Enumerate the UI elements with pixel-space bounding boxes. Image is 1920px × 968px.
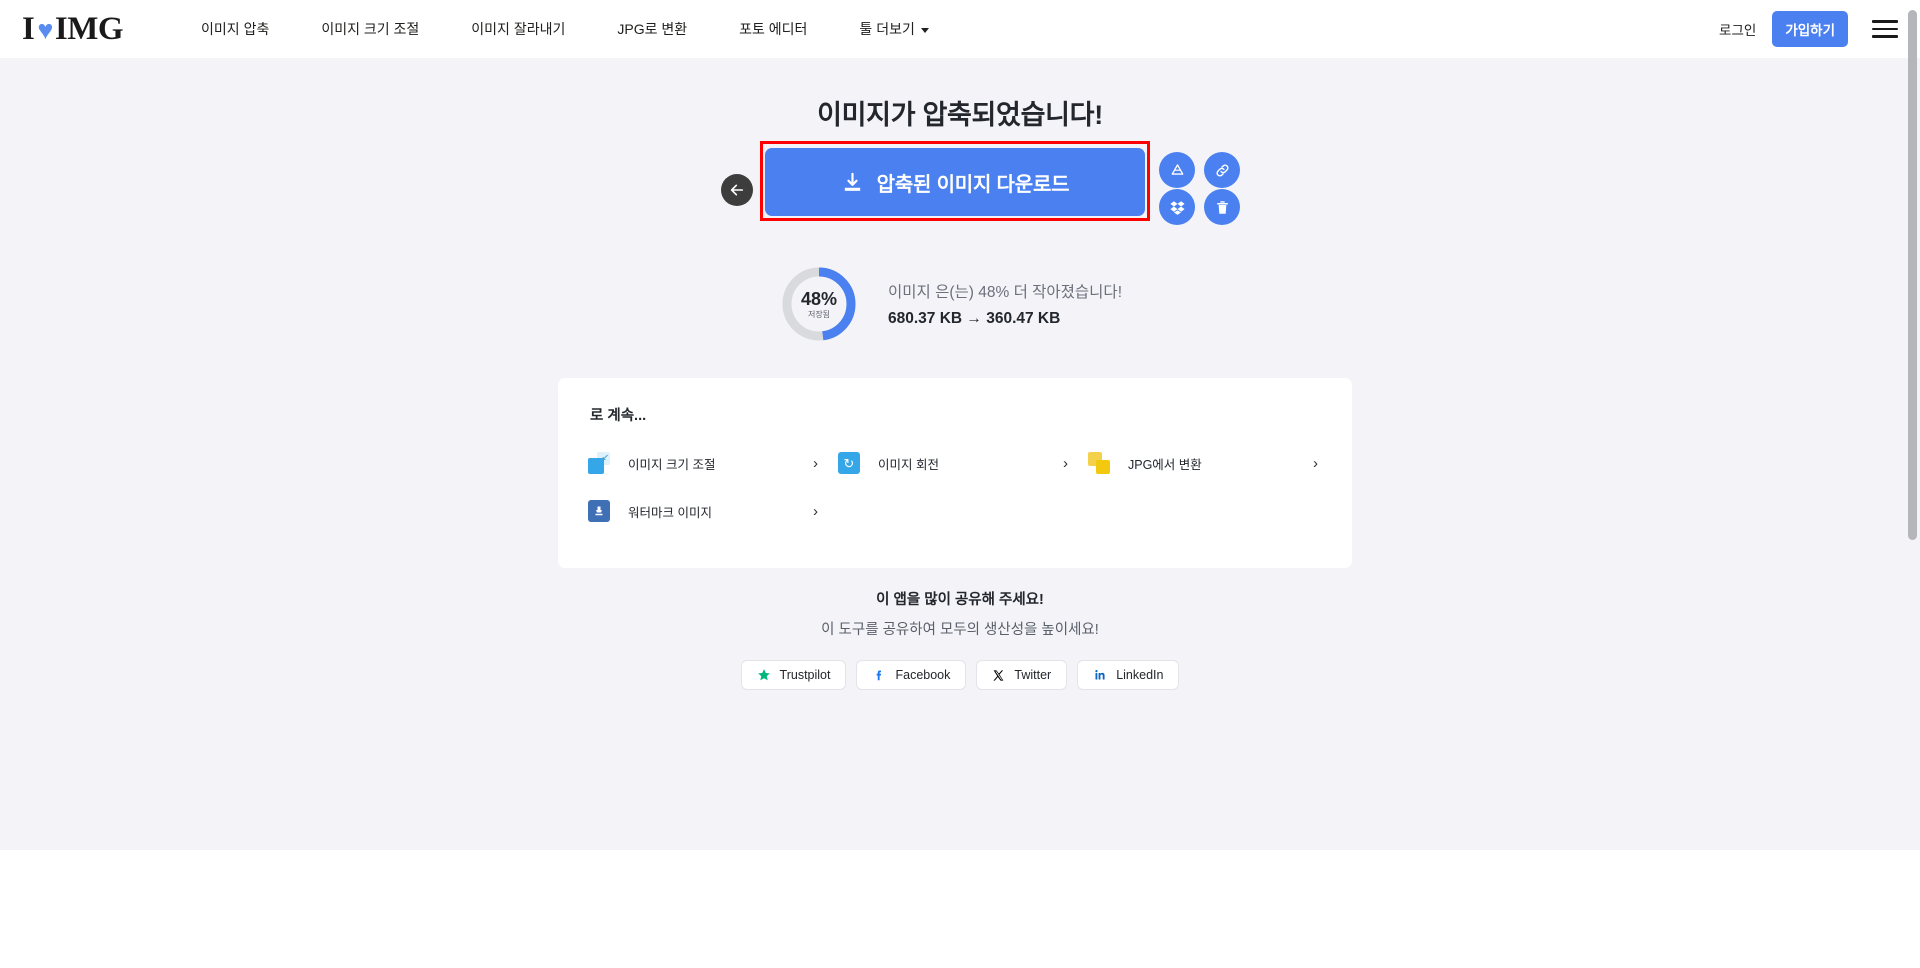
nav-item-crop-image[interactable]: 이미지 잘라내기 xyxy=(445,19,591,39)
nav-item-more-tools[interactable]: 툴 더보기 xyxy=(833,19,954,39)
resize-image-icon: ↙ xyxy=(588,452,610,474)
continue-item-label: JPG에서 변환 xyxy=(1128,457,1202,472)
star-icon xyxy=(757,668,771,682)
site-header: I ♥ IMG 이미지 압축 이미지 크기 조절 이미지 잘라내기 JPG로 변… xyxy=(0,0,1920,58)
back-button[interactable] xyxy=(721,174,753,206)
heart-icon: ♥ xyxy=(37,14,53,45)
trash-icon xyxy=(1216,200,1228,214)
rotate-image-icon: ↻ xyxy=(838,452,860,474)
savings-summary: 48% 저장됨 이미지 은(는) 48% 더 작아졌습니다! 680.37 KB… xyxy=(780,265,1122,343)
nav-item-compress-image[interactable]: 이미지 압축 xyxy=(201,19,295,39)
main-navigation: 이미지 압축 이미지 크기 조절 이미지 잘라내기 JPG로 변환 포토 에디터… xyxy=(201,19,955,39)
side-action-buttons xyxy=(1155,152,1244,225)
dropbox-icon xyxy=(1169,200,1185,215)
arrow-left-icon xyxy=(730,184,744,196)
continue-item-rotate-image[interactable]: ↻ 이미지 회전 › xyxy=(830,441,1080,485)
share-button-label: Facebook xyxy=(895,668,951,682)
download-icon xyxy=(844,172,860,191)
main-content: 이미지가 압축되었습니다! xyxy=(0,58,1920,132)
link-icon xyxy=(1215,163,1229,177)
page-title: 이미지가 압축되었습니다! xyxy=(817,100,1103,130)
hamburger-icon[interactable] xyxy=(1872,20,1898,38)
signup-button[interactable]: 가입하기 xyxy=(1772,11,1848,47)
continue-item-label: 이미지 회전 xyxy=(878,457,939,472)
nav-item-convert-to-jpg[interactable]: JPG로 변환 xyxy=(591,19,713,39)
site-logo[interactable]: I ♥ IMG xyxy=(22,10,124,47)
share-trustpilot-button[interactable]: Trustpilot xyxy=(740,660,847,690)
share-facebook-button[interactable]: Facebook xyxy=(856,660,967,690)
nav-label: JPG로 변환 xyxy=(617,21,688,37)
share-buttons: Trustpilot Facebook Twitter LinkedIn xyxy=(0,660,1920,690)
share-button-label: Twitter xyxy=(1014,668,1052,682)
donut-svg xyxy=(782,267,856,341)
chevron-down-icon xyxy=(920,27,929,33)
savings-message: 이미지 은(는) 48% 더 작아졌습니다! xyxy=(888,284,1122,301)
chevron-right-icon: › xyxy=(813,454,818,472)
savings-sizes: 680.37 KB → 360.47 KB xyxy=(888,310,1061,327)
nav-label: 이미지 잘라내기 xyxy=(471,21,566,37)
facebook-icon xyxy=(872,668,886,682)
convert-from-jpg-icon xyxy=(1088,452,1110,474)
page-background-lower xyxy=(0,850,1920,968)
share-button-label: Trustpilot xyxy=(779,668,831,682)
continue-item-watermark-image[interactable]: 워터마크 이미지 › xyxy=(580,489,830,533)
nav-label: 툴 더보기 xyxy=(859,21,915,37)
google-drive-icon xyxy=(1171,163,1183,175)
header-actions: 로그인 가입하기 xyxy=(1719,11,1920,47)
savings-donut-chart: 48% 저장됨 xyxy=(780,265,858,343)
continue-with-title: 로 계속... xyxy=(590,408,647,424)
logo-i: I xyxy=(22,10,35,47)
share-subtitle: 이 도구를 공유하여 모두의 생산성을 높이세요! xyxy=(821,622,1099,638)
share-button-label: LinkedIn xyxy=(1116,668,1164,682)
continue-item-convert-from-jpg[interactable]: JPG에서 변환 › xyxy=(1080,441,1330,485)
save-to-google-drive-button[interactable] xyxy=(1159,152,1195,188)
savings-text: 이미지 은(는) 48% 더 작아졌습니다! 680.37 KB → 360.4… xyxy=(888,280,1122,328)
copy-link-button[interactable] xyxy=(1204,152,1240,188)
chevron-right-icon: › xyxy=(1063,454,1068,472)
chevron-right-icon: › xyxy=(813,502,818,520)
nav-label: 이미지 크기 조절 xyxy=(321,21,420,37)
continue-with-list: ↙ 이미지 크기 조절 › ↻ 이미지 회전 › JPG에서 변환 › 워터마크… xyxy=(580,441,1352,533)
logo-img: IMG xyxy=(54,10,124,47)
nav-label: 이미지 압축 xyxy=(201,21,270,37)
share-twitter-button[interactable]: Twitter xyxy=(976,660,1068,690)
save-to-dropbox-button[interactable] xyxy=(1159,189,1195,225)
watermark-image-icon xyxy=(588,500,610,522)
login-link[interactable]: 로그인 xyxy=(1719,19,1756,39)
continue-item-label: 워터마크 이미지 xyxy=(628,505,712,520)
nav-item-photo-editor[interactable]: 포토 에디터 xyxy=(713,19,833,39)
download-compressed-image-button[interactable]: 압축된 이미지 다운로드 xyxy=(765,148,1145,216)
x-twitter-icon xyxy=(992,669,1005,682)
nav-item-resize-image[interactable]: 이미지 크기 조절 xyxy=(295,19,445,39)
share-title: 이 앱을 많이 공유해 주세요! xyxy=(876,592,1044,608)
share-section: 이 앱을 많이 공유해 주세요! 이 도구를 공유하여 모두의 생산성을 높이세… xyxy=(0,588,1920,690)
chevron-right-icon: › xyxy=(1313,454,1318,472)
continue-item-label: 이미지 크기 조절 xyxy=(628,457,716,472)
nav-label: 포토 에디터 xyxy=(739,21,808,37)
linkedin-icon xyxy=(1093,668,1107,682)
continue-with-card: 로 계속... ↙ 이미지 크기 조절 › ↻ 이미지 회전 › JPG에서 변… xyxy=(558,378,1352,568)
vertical-scrollbar[interactable] xyxy=(1908,10,1917,540)
share-linkedin-button[interactable]: LinkedIn xyxy=(1077,660,1180,690)
continue-item-resize-image[interactable]: ↙ 이미지 크기 조절 › xyxy=(580,441,830,485)
download-button-label: 압축된 이미지 다운로드 xyxy=(876,173,1070,196)
delete-button[interactable] xyxy=(1204,189,1240,225)
